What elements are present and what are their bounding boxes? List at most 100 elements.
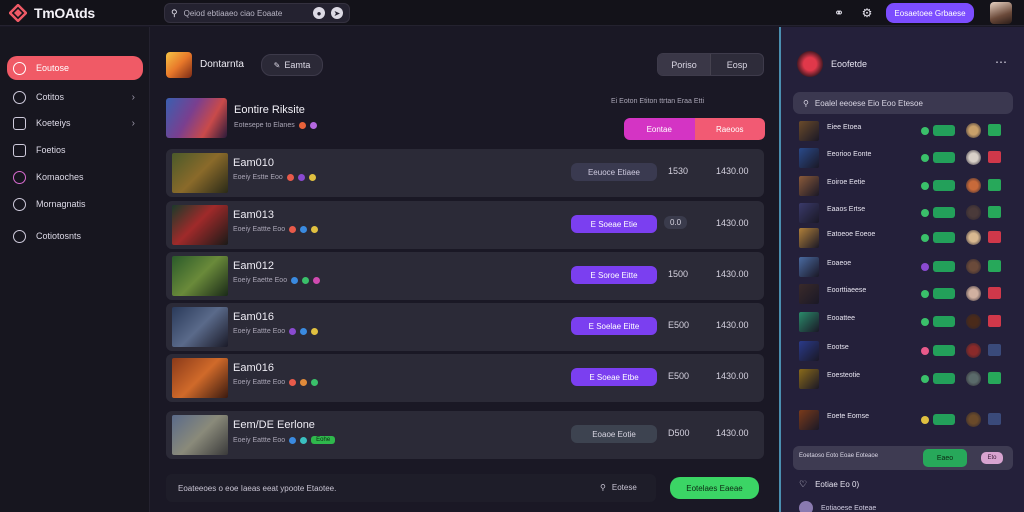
avatar (799, 501, 813, 512)
sidebar-item-mornagnatis[interactable]: Mornagnatis (7, 192, 143, 216)
panel-card-green-button[interactable]: Eaeo (923, 449, 967, 467)
status-dot-icon (921, 375, 929, 383)
row-action-button[interactable]: E Soeae Etie (571, 215, 657, 233)
panel-search-input[interactable]: ⚲ Eoalel eeoese Eio Eoo Etesoe (793, 92, 1013, 114)
list-item[interactable]: Eiee Etoea (799, 120, 1009, 142)
player-avatar[interactable] (966, 259, 981, 274)
player-avatar[interactable] (966, 205, 981, 220)
tag-dot-icon (289, 436, 297, 444)
player-avatar[interactable] (966, 286, 981, 301)
tag-dot-icon (289, 226, 297, 233)
global-search-input[interactable]: ⚲ Qeiod ebtiaaeo ciao Eoaate ● ➤ (164, 3, 350, 23)
panel-card-pink-button[interactable]: Eto (981, 452, 1003, 464)
table-row[interactable]: Eem/DE Eerlone Eoeiy Eattte Eoo Eohe Eoao… (166, 411, 764, 459)
user-avatar[interactable] (990, 2, 1012, 24)
player-thumbnail (799, 369, 819, 389)
player-avatar[interactable] (966, 412, 981, 427)
top-cta-button[interactable]: Eosaetoee Grbaese (886, 3, 974, 23)
edit-button[interactable]: ✎ Eamta (261, 54, 323, 76)
row-price: 1430.00 (716, 320, 749, 330)
featured-meta: Eotesepe to Elanes (234, 122, 317, 129)
player-thumbnail (799, 203, 819, 223)
player-action-button[interactable] (933, 316, 955, 327)
featured-secondary-button[interactable]: Raeoos (694, 118, 765, 140)
row-action-button[interactable]: E Soelae Eitte (571, 317, 657, 335)
status-dot-icon (921, 416, 929, 424)
tag-dot-icon (300, 328, 308, 335)
row-meta-text: Eoeiy Eattte Eoo (233, 226, 286, 233)
player-avatar[interactable] (966, 343, 981, 358)
table-row[interactable]: Eam012 Eoeiy Eaette Eoo E Soroe Eitte 15… (166, 252, 764, 300)
player-thumbnail (799, 341, 819, 361)
add-friend-icon[interactable]: ⚭ (831, 5, 847, 21)
player-tag (988, 124, 1001, 136)
row-action-button[interactable]: E Soeae Etbe (571, 368, 657, 386)
tab-right[interactable]: Eosp (711, 54, 763, 75)
table-row[interactable]: Eam013 Eoeiy Eattte Eoo E Soeae Etie 0.0… (166, 201, 764, 249)
row-name: Eam016 (233, 311, 274, 323)
player-action-button[interactable] (933, 152, 955, 163)
avatar[interactable] (797, 51, 823, 77)
list-item[interactable]: Eeorioo Eonte (799, 147, 1009, 169)
toggle-icon[interactable]: ● (313, 7, 325, 19)
sidebar-item-cotiotosnts[interactable]: Cotiotosnts (7, 224, 143, 248)
view-toggle[interactable]: Poriso Eosp (657, 53, 764, 76)
panel-card[interactable]: Eoetaoso Eoto Eoae Eoteaoe Eaeo Eto (793, 446, 1013, 470)
app-logo[interactable]: TmOAtds (8, 3, 95, 23)
chat-input[interactable]: Eoateeoes o eoe Iaeas eeat ypoote Etaote… (166, 474, 656, 502)
player-avatar[interactable] (966, 230, 981, 245)
player-action-button[interactable] (933, 288, 955, 299)
player-action-button[interactable] (933, 232, 955, 243)
player-action-button[interactable] (933, 207, 955, 218)
more-icon[interactable]: ⋯ (995, 55, 1007, 69)
list-item[interactable]: Eootse (799, 340, 1009, 362)
row-name: Eam013 (233, 209, 274, 221)
sidebar-item-foetios[interactable]: Foetios (7, 138, 143, 162)
list-item[interactable]: Eoete Eomse (799, 409, 1009, 431)
featured-thumbnail[interactable] (166, 98, 227, 138)
row-action-button[interactable]: Eoaoe Eotie (571, 425, 657, 443)
player-action-button[interactable] (933, 125, 955, 136)
chat-search-button[interactable]: ⚲ Eotese (600, 483, 637, 492)
player-action-button[interactable] (933, 373, 955, 384)
table-row[interactable]: Eam016 Eoeiy Eattte Eoo E Soeae Etbe E50… (166, 354, 764, 402)
row-meta-text: Eoeiy Eattte Eoo (233, 379, 286, 386)
sidebar-item-cotitos[interactable]: Cotitos › (7, 85, 143, 109)
search-icon: ⚲ (600, 483, 606, 492)
player-avatar[interactable] (966, 150, 981, 165)
featured-title: Eontire Riksite (234, 104, 305, 116)
compass-icon[interactable]: ➤ (331, 7, 343, 19)
list-item[interactable]: Eoiroe Eetie (799, 175, 1009, 197)
list-item[interactable]: Eaaos Ertse (799, 202, 1009, 224)
list-item[interactable]: Eoaeoe (799, 256, 1009, 278)
player-tag (988, 287, 1001, 299)
player-action-button[interactable] (933, 180, 955, 191)
list-item[interactable]: Eoesteotie (799, 368, 1009, 390)
player-action-button[interactable] (933, 345, 955, 356)
player-thumbnail (799, 257, 819, 277)
tab-left[interactable]: Poriso (658, 54, 711, 75)
list-item[interactable]: Eooattee (799, 311, 1009, 333)
sidebar-item-label: Koeteiys (36, 118, 71, 128)
player-avatar[interactable] (966, 314, 981, 329)
player-name: Eatoeoe Eoeoe (827, 231, 876, 238)
status-dot-icon (921, 127, 929, 135)
player-action-button[interactable] (933, 414, 955, 425)
list-item[interactable]: Eoorttiaeese (799, 283, 1009, 305)
sidebar-item-koeteiys[interactable]: Koeteiys › (7, 111, 143, 135)
row-action-button[interactable]: Eeuoce Etiaee (571, 163, 657, 181)
sidebar-item-home[interactable]: Eoutose (7, 56, 143, 80)
player-avatar[interactable] (966, 123, 981, 138)
send-button[interactable]: Eotelaes Eaeae (670, 477, 759, 499)
settings-icon[interactable]: ⚙ (859, 5, 875, 21)
player-avatar[interactable] (966, 178, 981, 193)
table-row[interactable]: Eam010 Eoeiy Estte Eoo Eeuoce Etiaee 153… (166, 149, 764, 197)
player-avatar[interactable] (966, 371, 981, 386)
row-action-button[interactable]: E Soroe Eitte (571, 266, 657, 284)
table-row[interactable]: Eam016 Eoeiy Eattte Eoo E Soelae Eitte E… (166, 303, 764, 351)
featured-primary-button[interactable]: Eontae (624, 118, 695, 140)
list-item[interactable]: Eatoeoe Eoeoe (799, 227, 1009, 249)
sidebar-item-komaoches[interactable]: Komaoches (7, 165, 143, 189)
player-thumbnail (799, 284, 819, 304)
player-action-button[interactable] (933, 261, 955, 272)
